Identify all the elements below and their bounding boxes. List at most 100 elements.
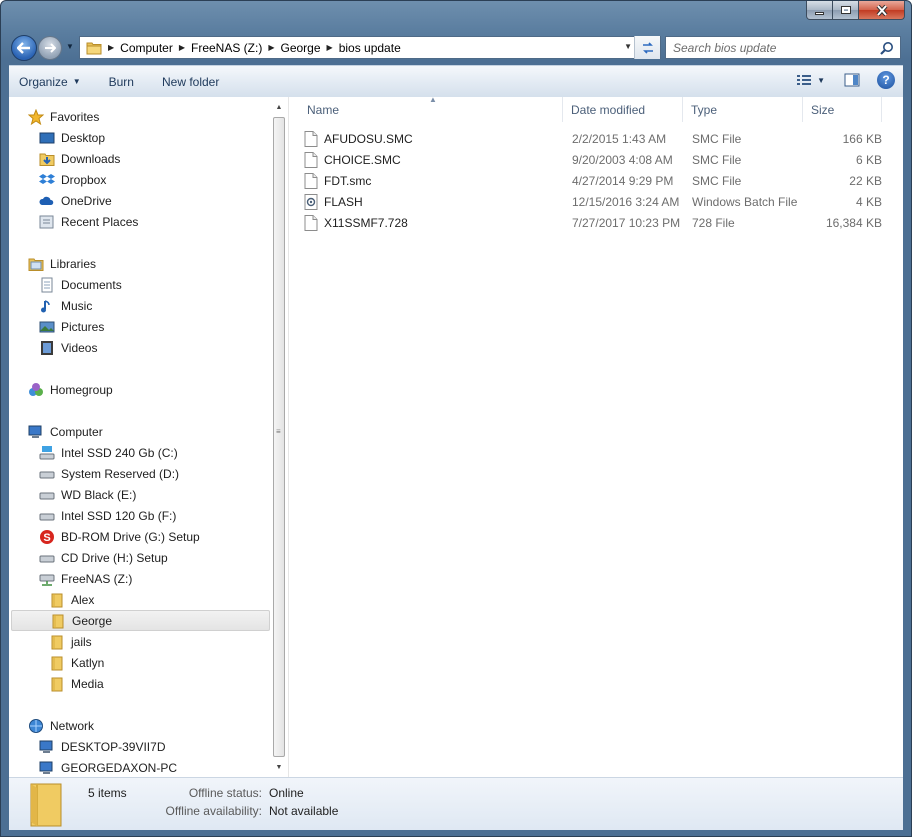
- nav-item-dropbox[interactable]: Dropbox: [39, 169, 106, 190]
- nav-scrollbar[interactable]: ▲ ≡ ▼: [272, 99, 286, 775]
- nav-folder-katlyn[interactable]: Katlyn: [49, 652, 104, 673]
- column-header-type[interactable]: Type: [683, 97, 803, 122]
- column-header-date[interactable]: Date modified: [563, 97, 683, 122]
- nav-drive-d[interactable]: System Reserved (D:): [39, 463, 179, 484]
- nav-item-label: GEORGEDAXON-PC: [61, 760, 178, 775]
- minimize-button[interactable]: [806, 1, 833, 20]
- refresh-button[interactable]: [634, 36, 660, 59]
- nav-item-pictures[interactable]: Pictures: [39, 316, 104, 337]
- nav-drive-g[interactable]: S BD-ROM Drive (G:) Setup: [39, 526, 200, 547]
- help-button[interactable]: ?: [877, 71, 895, 89]
- file-list-pane[interactable]: ▲ Name Date modified Type Size AFUDOSU.S…: [288, 95, 903, 777]
- offline-status-label: Offline status:: [188, 786, 262, 800]
- nav-drive-e[interactable]: WD Black (E:): [39, 484, 136, 505]
- network-drive-icon: [39, 574, 55, 586]
- folder-icon: [51, 593, 63, 607]
- generic-file-icon: [304, 172, 318, 189]
- nav-network-georgedaxon[interactable]: GEORGEDAXON-PC: [39, 757, 177, 777]
- view-controls: ▼ ?: [795, 71, 895, 89]
- nav-item-documents[interactable]: Documents: [39, 274, 122, 295]
- file-row[interactable]: FLASH 12/15/2016 3:24 AM Windows Batch F…: [304, 191, 882, 212]
- generic-file-icon: [304, 214, 318, 231]
- documents-icon: [41, 277, 53, 292]
- svg-text:S: S: [43, 532, 50, 544]
- nav-item-onedrive[interactable]: OneDrive: [39, 190, 112, 211]
- column-header-size[interactable]: Size: [803, 97, 882, 122]
- nav-folder-media[interactable]: Media: [49, 673, 104, 694]
- libraries-icon: [28, 258, 44, 271]
- nav-computer[interactable]: Computer: [28, 421, 103, 442]
- file-row[interactable]: FDT.smc 4/27/2014 9:29 PM SMC File 22 KB: [304, 170, 882, 191]
- nav-drive-h[interactable]: CD Drive (H:) Setup: [39, 547, 168, 568]
- column-header-label: Size: [811, 102, 835, 117]
- nav-item-desktop[interactable]: Desktop: [39, 127, 105, 148]
- system-drive-icon: [39, 445, 55, 459]
- nav-network-desktop[interactable]: DESKTOP-39VII7D: [39, 736, 165, 757]
- chevron-right-icon[interactable]: ▶: [327, 43, 333, 52]
- maximize-button[interactable]: [833, 1, 859, 20]
- nav-drive-c[interactable]: Intel SSD 240 Gb (C:): [39, 442, 178, 463]
- nav-folder-alex[interactable]: Alex: [49, 589, 94, 610]
- breadcrumb-bios-update[interactable]: bios update: [339, 41, 401, 55]
- maximize-icon: [840, 6, 851, 14]
- file-row[interactable]: X11SSMF7.728 7/27/2017 10:23 PM 728 File…: [304, 212, 882, 233]
- offline-availability-label: Offline availability:: [165, 804, 263, 818]
- address-dropdown[interactable]: ▼: [624, 42, 632, 51]
- desktop-icon: [39, 132, 55, 143]
- folder-large-icon: [30, 783, 62, 827]
- recent-pages-dropdown[interactable]: ▼: [66, 42, 74, 51]
- breadcrumb-computer[interactable]: Computer: [120, 41, 173, 55]
- folder-icon: [51, 677, 63, 691]
- navigation-pane[interactable]: Favorites Desktop Downloads Dropbox OneD…: [9, 97, 271, 777]
- search-input[interactable]: Search bios update: [666, 41, 878, 55]
- burn-button[interactable]: Burn: [109, 75, 134, 89]
- nav-drive-f[interactable]: Intel SSD 120 Gb (F:): [39, 505, 176, 526]
- chevron-right-icon[interactable]: ▶: [268, 43, 274, 52]
- nav-item-label: OneDrive: [61, 193, 112, 208]
- new-folder-button[interactable]: New folder: [162, 75, 219, 89]
- scroll-thumb[interactable]: ≡: [273, 117, 285, 757]
- batch-file-icon: [304, 193, 318, 210]
- back-button[interactable]: [11, 35, 37, 61]
- grip-icon: ≡: [276, 427, 281, 436]
- organize-menu[interactable]: Organize ▼: [19, 75, 81, 89]
- scroll-up-button[interactable]: ▲: [272, 99, 286, 115]
- forward-button[interactable]: [38, 36, 62, 60]
- nav-homegroup[interactable]: Homegroup: [28, 379, 113, 400]
- breadcrumb-george[interactable]: George: [281, 41, 321, 55]
- search-icon[interactable]: [878, 39, 896, 57]
- close-button[interactable]: [859, 1, 905, 20]
- nav-favorites[interactable]: Favorites: [28, 106, 99, 127]
- preview-pane-icon: [844, 73, 860, 87]
- dropbox-icon: [39, 173, 55, 184]
- preview-pane-button[interactable]: [843, 71, 861, 89]
- view-options-dropdown[interactable]: ▼: [817, 76, 825, 85]
- chevron-right-icon[interactable]: ▶: [179, 43, 185, 52]
- nav-item-recent-places[interactable]: Recent Places: [39, 211, 138, 232]
- breadcrumb-freenas[interactable]: FreeNAS (Z:): [191, 41, 262, 55]
- nav-item-downloads[interactable]: Downloads: [39, 148, 120, 169]
- address-bar[interactable]: ▶ Computer ▶ FreeNAS (Z:) ▶ George ▶ bio…: [79, 36, 661, 59]
- nav-item-music[interactable]: Music: [39, 295, 92, 316]
- nav-item-label: System Reserved (D:): [61, 466, 180, 481]
- nav-item-label: BD-ROM Drive (G:) Setup: [61, 529, 200, 544]
- close-icon: [876, 4, 887, 16]
- scroll-down-button[interactable]: ▼: [272, 759, 286, 775]
- homegroup-icon: [29, 382, 43, 396]
- column-header-name[interactable]: ▲ Name: [289, 95, 563, 122]
- file-row[interactable]: CHOICE.SMC 9/20/2003 4:08 AM SMC File 6 …: [304, 149, 882, 170]
- nav-item-label: Downloads: [61, 151, 121, 166]
- file-row[interactable]: AFUDOSU.SMC 2/2/2015 1:43 AM SMC File 16…: [304, 128, 882, 149]
- nav-item-label: FreeNAS (Z:): [61, 571, 133, 586]
- nav-folder-jails[interactable]: jails: [49, 631, 92, 652]
- caption-buttons: [806, 1, 905, 21]
- nav-item-videos[interactable]: Videos: [39, 337, 97, 358]
- file-name: CHOICE.SMC: [324, 152, 401, 167]
- nav-network[interactable]: Network: [28, 715, 94, 736]
- nav-folder-george[interactable]: George: [11, 610, 270, 631]
- nav-libraries[interactable]: Libraries: [28, 253, 96, 274]
- nav-drive-z[interactable]: FreeNAS (Z:): [39, 568, 132, 589]
- change-view-button[interactable]: [795, 71, 813, 89]
- file-type: Windows Batch File: [692, 194, 798, 209]
- search-box[interactable]: Search bios update: [665, 36, 901, 59]
